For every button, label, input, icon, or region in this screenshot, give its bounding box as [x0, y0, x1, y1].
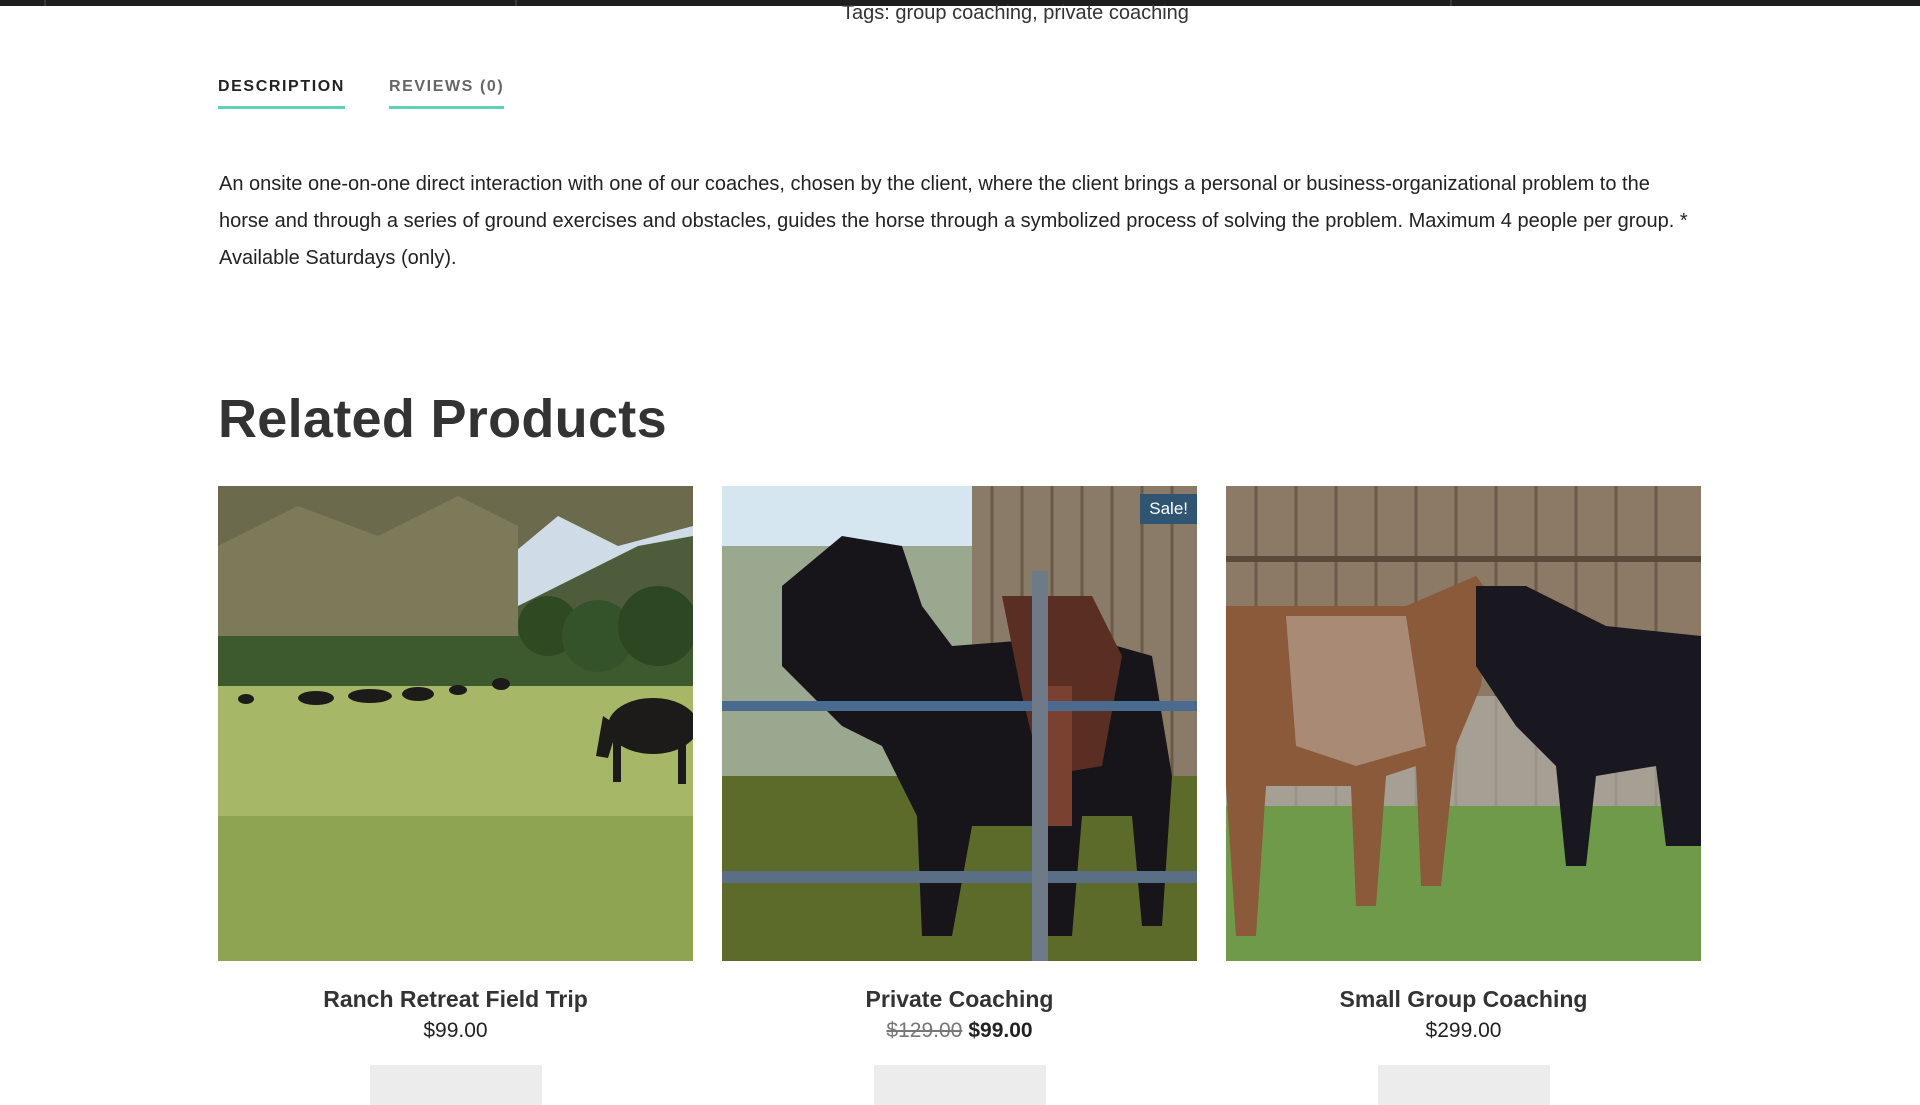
product-price-current: $99.00	[423, 1019, 488, 1042]
product-image-link[interactable]: Sale!	[722, 486, 1197, 961]
product-name[interactable]: Ranch Retreat Field Trip	[218, 986, 693, 1013]
product-name[interactable]: Private Coaching	[722, 986, 1197, 1013]
tab-description[interactable]: DESCRIPTION	[218, 78, 345, 109]
product-price: $299.00	[1226, 1019, 1701, 1043]
product-card: Small Group Coaching $299.00	[1226, 486, 1701, 1105]
product-description: An onsite one-on-one direct interaction …	[219, 173, 1688, 269]
product-price: $129.00 $99.00	[722, 1019, 1197, 1043]
top-bar-divider	[1450, 0, 1452, 6]
product-price-original: $129.00	[886, 1019, 963, 1042]
product-image-link[interactable]	[1226, 486, 1701, 961]
product-name[interactable]: Small Group Coaching	[1226, 986, 1701, 1013]
product-tags-text: Tags: group coaching, private coaching	[842, 2, 1189, 24]
top-bar-divider	[515, 0, 517, 6]
horse-fence-image	[722, 486, 1197, 961]
add-to-cart-button[interactable]	[873, 1065, 1046, 1105]
product-price: $99.00	[218, 1019, 693, 1043]
add-to-cart-button[interactable]	[369, 1065, 542, 1105]
tab-reviews[interactable]: REVIEWS (0)	[388, 78, 505, 109]
related-products-heading: Related Products	[218, 389, 667, 449]
product-price-sale: $99.00	[968, 1019, 1033, 1042]
sale-badge: Sale!	[1140, 494, 1197, 524]
product-tabs: DESCRIPTION REVIEWS (0)	[218, 78, 505, 109]
top-bar-divider	[44, 0, 46, 6]
ranch-field-image	[218, 486, 693, 961]
product-price-current: $299.00	[1425, 1019, 1502, 1042]
product-image-link[interactable]	[218, 486, 693, 961]
product-card: Sale! Private Coaching $129.00 $99.00	[722, 486, 1197, 1105]
add-to-cart-button[interactable]	[1377, 1065, 1550, 1105]
two-horses-image	[1226, 486, 1701, 961]
product-card: Ranch Retreat Field Trip $99.00	[218, 486, 693, 1105]
